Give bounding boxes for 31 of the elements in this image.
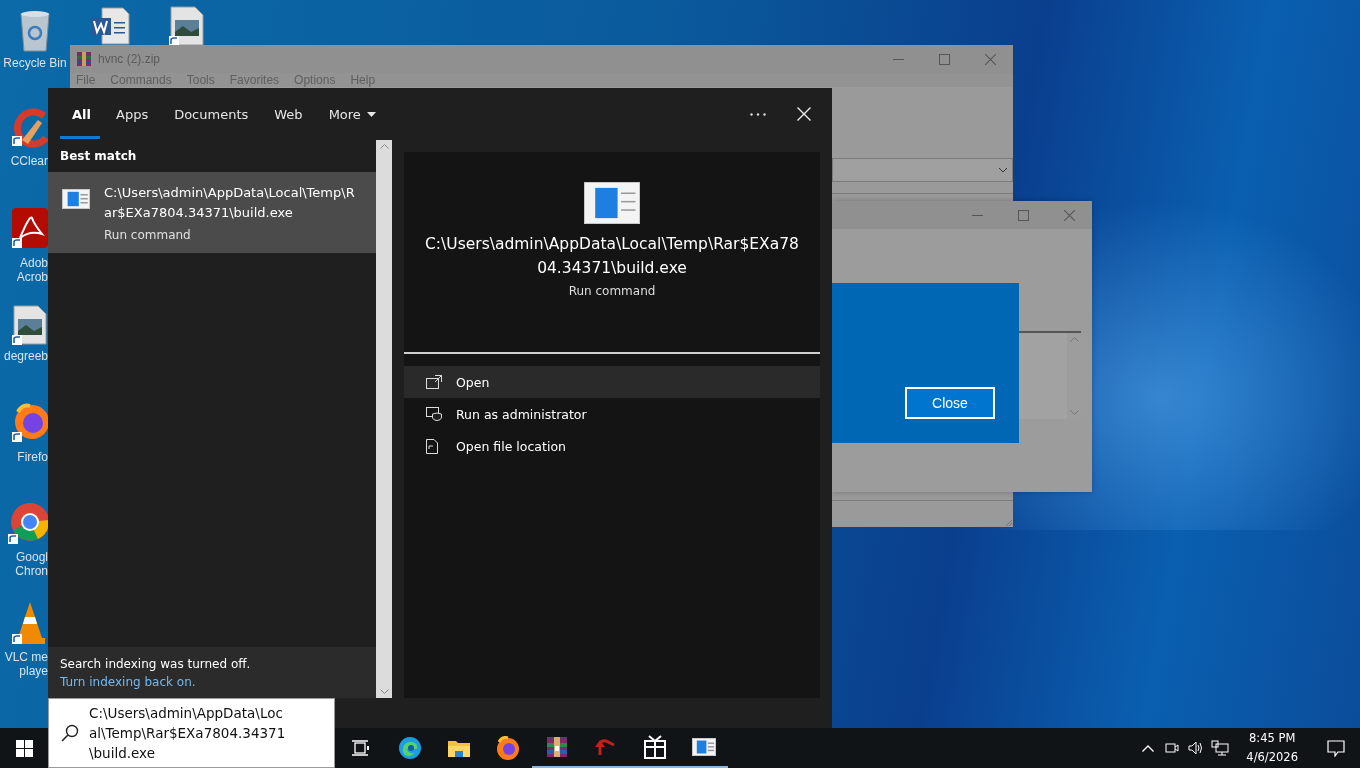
- close-button[interactable]: Close: [905, 387, 995, 419]
- icon-label[interactable]: Recycle Bin: [3, 56, 67, 70]
- tab[interactable]: All: [60, 88, 103, 140]
- result-title: C:\Users\admin\AppData\Local\Temp\Rar$EXa7804.34371\build.exe: [104, 184, 356, 222]
- search-text: C:\Users\admin\AppData\Local\Temp\Rar$EXa7804.34371\build.exe: [89, 704, 287, 763]
- section-heading: Best match: [59, 148, 138, 165]
- icon-label[interactable]: Chron: [15, 564, 48, 578]
- icon-label[interactable]: Firefo: [17, 450, 48, 464]
- icon-label[interactable]: VLC me: [4, 650, 48, 664]
- action-item[interactable]: Open file location: [404, 430, 820, 462]
- action-item[interactable]: Open: [404, 366, 820, 398]
- clock-date: 4/6/2026: [1246, 749, 1298, 766]
- search-result[interactable]: C:\Users\admin\AppData\Local\Temp\Rar$EXa7804.34371\build.exe Run command: [48, 172, 376, 253]
- icon-label[interactable]: degreeb: [3, 349, 48, 363]
- clock-time: 8:45 PM: [1249, 730, 1296, 747]
- icon-label[interactable]: Googl: [15, 550, 48, 564]
- preview-title: C:\Users\admin\AppData\Local\Temp\Rar$EXa7804.34371\build.exe: [424, 234, 800, 279]
- icon-label[interactable]: Adob: [19, 256, 48, 270]
- indexing-link[interactable]: Turn indexing back on.: [60, 675, 196, 689]
- search-field[interactable]: C:\Users\admin\AppData\Local\Temp\Rar$EXa7804.34371\build.exe: [48, 698, 335, 768]
- icon-label[interactable]: CClear: [10, 154, 48, 168]
- action-item[interactable]: Run as administrator: [404, 398, 820, 430]
- tab[interactable]: More: [315, 88, 389, 140]
- notice-text: Search indexing was turned off.: [60, 657, 252, 671]
- result-type: Run command: [104, 228, 192, 242]
- tab[interactable]: Apps: [103, 88, 162, 140]
- icon-label[interactable]: playe: [19, 664, 48, 678]
- preview-type: Run command: [568, 284, 656, 298]
- icon-label[interactable]: Acrob: [16, 270, 48, 284]
- tab[interactable]: Web: [261, 88, 316, 140]
- tab[interactable]: Documents: [161, 88, 262, 140]
